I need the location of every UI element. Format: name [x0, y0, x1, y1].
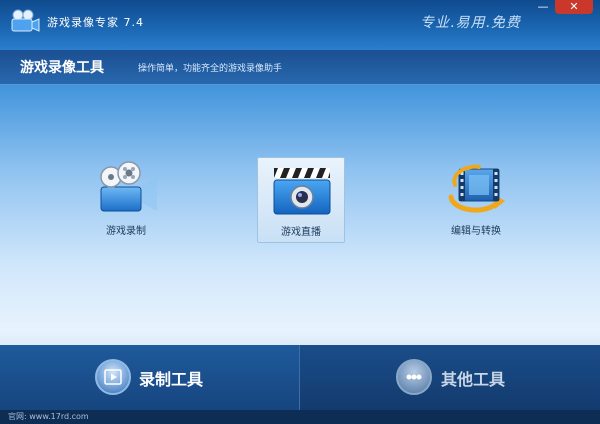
tile-label: 游戏直播 — [281, 227, 321, 238]
close-icon: ✕ — [569, 0, 579, 13]
tile-game-live[interactable]: 游戏直播 — [257, 157, 345, 243]
more-dots-icon — [396, 359, 432, 395]
app-window: 游戏录像专家 7.4 专业.易用.免费 — ✕ 游戏录像工具 操作简单，功能齐全… — [0, 0, 600, 424]
slogan: 专业.易用.免费 — [420, 15, 521, 31]
clapperboard-icon — [273, 168, 331, 215]
app-title: 游戏录像专家 7.4 — [47, 16, 144, 29]
tab-other-tools[interactable]: 其他工具 — [300, 345, 599, 410]
header-band: 游戏录像工具 操作简单，功能齐全的游戏录像助手 — [0, 50, 600, 85]
website-link[interactable]: 官网: www.17rd.com — [8, 411, 89, 422]
status-bar: 官网: www.17rd.com — [0, 410, 600, 424]
minimize-icon: — — [537, 0, 549, 13]
tile-game-record[interactable]: 游戏录制 — [83, 157, 169, 241]
close-button[interactable]: ✕ — [555, 0, 593, 14]
tab-label: 录制工具 — [139, 370, 204, 389]
tab-record-tools[interactable]: 录制工具 — [0, 345, 299, 410]
minimize-button[interactable]: — — [532, 0, 554, 14]
bottom-tab-bar: 录制工具 其他工具 — [0, 345, 600, 410]
video-camera-logo-icon — [11, 9, 40, 32]
tile-label: 游戏录制 — [106, 226, 146, 237]
title-bar[interactable]: 游戏录像专家 7.4 专业.易用.免费 — ✕ — [0, 0, 600, 50]
tile-label: 编辑与转换 — [451, 226, 501, 237]
tile-edit-convert[interactable]: 编辑与转换 — [433, 157, 519, 241]
film-convert-icon — [448, 164, 505, 213]
film-play-icon — [95, 359, 131, 395]
page-subtitle: 操作简单，功能齐全的游戏录像助手 — [138, 64, 283, 74]
video-camera-icon — [100, 161, 157, 212]
tab-label: 其他工具 — [441, 370, 506, 389]
page-title: 游戏录像工具 — [20, 60, 104, 76]
